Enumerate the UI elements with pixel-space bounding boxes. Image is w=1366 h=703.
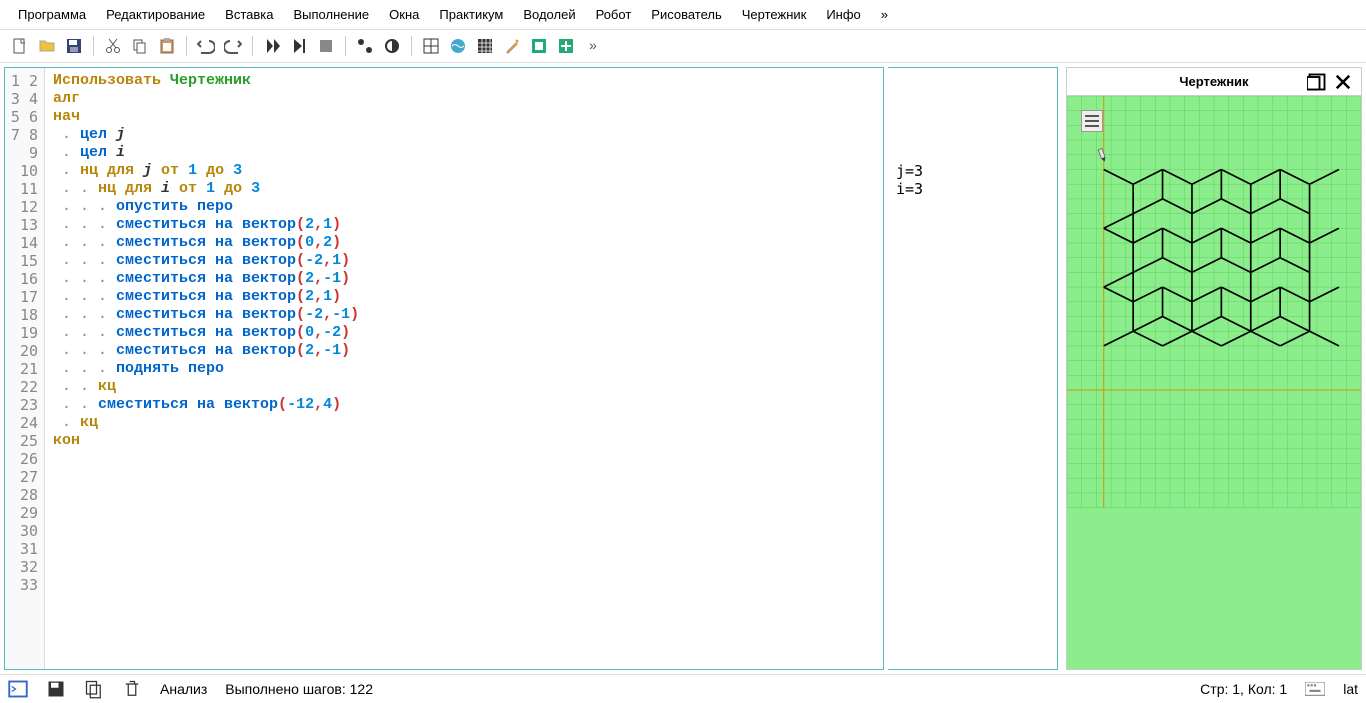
- cut-icon[interactable]: [101, 34, 125, 58]
- keyboard-layout[interactable]: lat: [1343, 681, 1358, 697]
- grid2-icon[interactable]: [473, 34, 497, 58]
- menu-окна[interactable]: Окна: [379, 4, 429, 25]
- delete-status-icon[interactable]: [122, 679, 142, 699]
- menu-выполнение[interactable]: Выполнение: [283, 4, 379, 25]
- output-panel: j=3 i=3: [888, 67, 1058, 670]
- menu-рисователь[interactable]: Рисователь: [641, 4, 731, 25]
- keyboard-icon[interactable]: [1305, 679, 1325, 699]
- redo-icon[interactable]: [221, 34, 245, 58]
- hamburger-icon[interactable]: [1081, 110, 1103, 132]
- step-icon[interactable]: [287, 34, 311, 58]
- water-icon[interactable]: [446, 34, 470, 58]
- menu-bar: ПрограммаРедактированиеВставкаВыполнение…: [0, 0, 1366, 30]
- drawing-panel: Чертежник: [1066, 67, 1362, 670]
- open-file-icon[interactable]: [35, 34, 59, 58]
- copy-icon[interactable]: [128, 34, 152, 58]
- svg-text:»: »: [589, 37, 597, 53]
- code-editor-panel: 1 2 3 4 5 6 7 8 9 10 11 12 13 14 15 16 1…: [4, 67, 884, 670]
- menu-редактирование[interactable]: Редактирование: [96, 4, 215, 25]
- new-file-icon[interactable]: [8, 34, 32, 58]
- terminal-icon[interactable]: [8, 679, 28, 699]
- menu-»[interactable]: »: [871, 4, 898, 25]
- toggle1-icon[interactable]: [353, 34, 377, 58]
- insert2-icon[interactable]: [554, 34, 578, 58]
- line-gutter: 1 2 3 4 5 6 7 8 9 10 11 12 13 14 15 16 1…: [5, 68, 45, 669]
- grid1-icon[interactable]: [419, 34, 443, 58]
- drawing-panel-header: Чертежник: [1067, 68, 1361, 96]
- menu-робот[interactable]: Робот: [586, 4, 642, 25]
- code-editor[interactable]: Использовать Чертежникалгнач . цел j . ц…: [45, 68, 883, 669]
- more-icon[interactable]: »: [581, 34, 605, 58]
- stop-icon[interactable]: [314, 34, 338, 58]
- menu-инфо[interactable]: Инфо: [816, 4, 870, 25]
- wizard-icon[interactable]: [500, 34, 524, 58]
- toolbar: »: [0, 30, 1366, 63]
- menu-практикум[interactable]: Практикум: [429, 4, 513, 25]
- copy-status-icon[interactable]: [84, 679, 104, 699]
- undo-icon[interactable]: [194, 34, 218, 58]
- menu-программа[interactable]: Программа: [8, 4, 96, 25]
- analyze-label[interactable]: Анализ: [160, 681, 207, 697]
- menu-водолей[interactable]: Водолей: [513, 4, 585, 25]
- maximize-icon[interactable]: [1307, 72, 1327, 92]
- status-bar: Анализ Выполнено шагов: 122 Стр: 1, Кол:…: [0, 674, 1366, 703]
- main-area: 1 2 3 4 5 6 7 8 9 10 11 12 13 14 15 16 1…: [0, 63, 1366, 674]
- run-icon[interactable]: [260, 34, 284, 58]
- paste-icon[interactable]: [155, 34, 179, 58]
- save-status-icon[interactable]: [46, 679, 66, 699]
- cursor-pos: Стр: 1, Кол: 1: [1200, 681, 1287, 697]
- menu-вставка[interactable]: Вставка: [215, 4, 283, 25]
- steps-label: Выполнено шагов: 122: [225, 681, 373, 697]
- insert1-icon[interactable]: [527, 34, 551, 58]
- menu-чертежник[interactable]: Чертежник: [732, 4, 817, 25]
- close-icon[interactable]: [1333, 72, 1353, 92]
- toggle2-icon[interactable]: [380, 34, 404, 58]
- drawing-canvas[interactable]: [1067, 96, 1361, 669]
- panel-title: Чертежник: [1179, 74, 1248, 89]
- save-file-icon[interactable]: [62, 34, 86, 58]
